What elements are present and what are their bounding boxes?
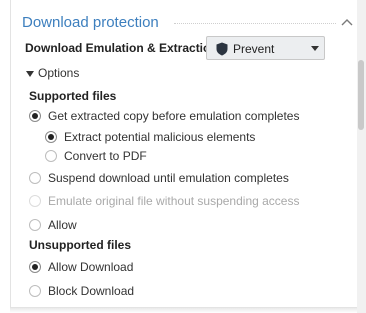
- emulation-label: Download Emulation & Extraction: [25, 41, 218, 55]
- emulation-mode-select[interactable]: Prevent: [206, 36, 325, 60]
- radio-button[interactable]: [29, 172, 41, 184]
- options-toggle[interactable]: Options: [26, 66, 79, 80]
- shield-icon: [216, 42, 228, 56]
- radio-button[interactable]: [45, 150, 57, 162]
- radio-button[interactable]: [29, 219, 41, 231]
- radio-label: Allow Download: [48, 260, 134, 274]
- radio-button[interactable]: [29, 261, 41, 273]
- radio-label: Emulate original file without suspending…: [48, 194, 300, 208]
- chevron-up-icon[interactable]: [340, 16, 354, 28]
- radio-label: Convert to PDF: [64, 149, 147, 163]
- panel-bottom-shadow: [10, 308, 360, 313]
- radio-button[interactable]: [29, 110, 41, 122]
- triangle-down-icon: [26, 70, 34, 77]
- radio-label: Allow: [48, 218, 77, 232]
- supported-files-title: Supported files: [29, 89, 117, 103]
- scrollbar[interactable]: [357, 0, 366, 313]
- radio-button[interactable]: [45, 131, 57, 143]
- scrollbar-thumb[interactable]: [358, 60, 364, 130]
- caret-down-icon: [311, 46, 319, 51]
- section-header[interactable]: Download protection: [22, 14, 354, 34]
- radio-label: Block Download: [48, 284, 135, 298]
- radio-label: Extract potential malicious elements: [64, 130, 256, 144]
- radio-label: Suspend download until emulation complet…: [48, 171, 289, 185]
- select-value: Prevent: [233, 42, 275, 56]
- header-divider: [174, 23, 336, 24]
- radio-button: [29, 195, 41, 207]
- options-label: Options: [38, 66, 80, 80]
- radio-button[interactable]: [29, 285, 41, 297]
- unsupported-files-title: Unsupported files: [29, 238, 132, 252]
- section-title: Download protection: [22, 14, 159, 31]
- radio-label: Get extracted copy before emulation comp…: [48, 109, 300, 123]
